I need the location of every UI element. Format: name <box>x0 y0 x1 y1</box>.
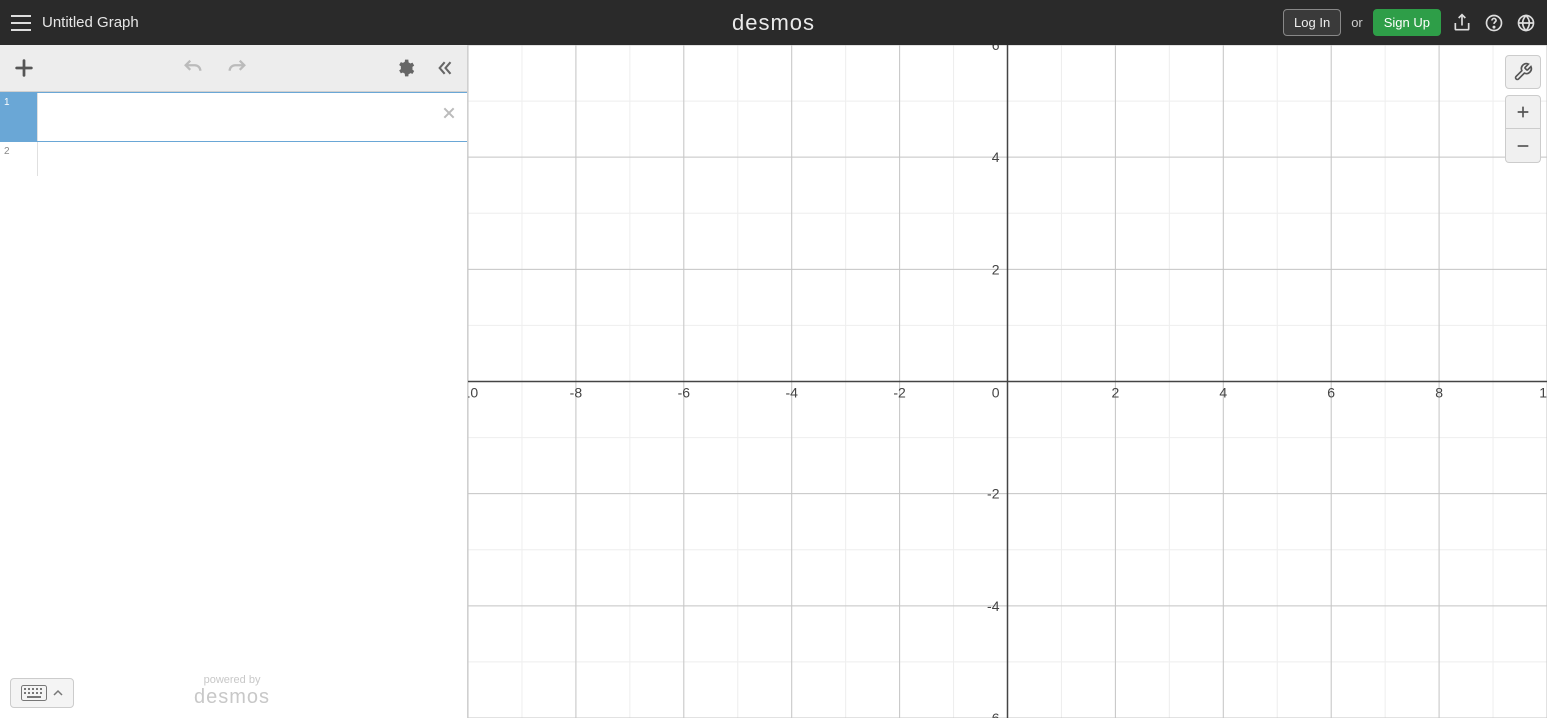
graph-title[interactable]: Untitled Graph <box>42 14 139 31</box>
graph-canvas[interactable]: -10 -8 -6 -4 -2 0 2 4 6 8 10 -6 -4 -2 2 4 6 <box>468 45 1547 718</box>
powered-by: powered by desmos <box>194 674 270 708</box>
svg-text:8: 8 <box>1435 385 1443 401</box>
language-icon[interactable] <box>1515 12 1537 34</box>
or-label: or <box>1351 15 1363 30</box>
help-icon[interactable] <box>1483 12 1505 34</box>
menu-icon[interactable] <box>10 12 32 34</box>
svg-text:4: 4 <box>992 149 1000 165</box>
expression-list: 1 2 <box>0 92 467 718</box>
keyboard-toggle-button[interactable] <box>10 678 74 708</box>
svg-text:6: 6 <box>1327 385 1335 401</box>
svg-text:2: 2 <box>992 261 1000 277</box>
svg-text:-4: -4 <box>785 385 798 401</box>
share-icon[interactable] <box>1451 12 1473 34</box>
close-icon[interactable] <box>439 103 459 123</box>
signup-button[interactable]: Sign Up <box>1373 9 1441 36</box>
expression-row[interactable]: 1 <box>0 92 467 142</box>
redo-button[interactable] <box>221 52 253 84</box>
undo-button[interactable] <box>177 52 209 84</box>
svg-text:-4: -4 <box>987 598 1000 614</box>
svg-text:-2: -2 <box>893 385 906 401</box>
login-button[interactable]: Log In <box>1283 9 1341 36</box>
powered-by-label: powered by <box>194 674 270 686</box>
svg-text:10: 10 <box>1539 385 1547 401</box>
svg-text:-10: -10 <box>468 385 478 401</box>
expression-row[interactable]: 2 <box>0 142 467 176</box>
svg-text:-6: -6 <box>987 710 1000 718</box>
row-number: 1 <box>0 93 38 141</box>
svg-text:4: 4 <box>1219 385 1227 401</box>
zoom-out-button[interactable] <box>1505 129 1541 163</box>
desmos-logo[interactable]: desmos <box>732 10 815 36</box>
settings-icon[interactable] <box>389 52 421 84</box>
chevron-up-icon <box>53 688 63 698</box>
svg-text:-8: -8 <box>570 385 583 401</box>
expression-input[interactable] <box>38 142 467 176</box>
collapse-panel-icon[interactable] <box>427 52 459 84</box>
expression-toolbar <box>0 45 467 92</box>
powered-by-brand: desmos <box>194 686 270 708</box>
graph-settings-button[interactable] <box>1505 55 1541 89</box>
svg-text:-6: -6 <box>678 385 691 401</box>
svg-text:0: 0 <box>992 385 1000 401</box>
row-number: 2 <box>0 142 38 176</box>
zoom-in-button[interactable] <box>1505 95 1541 129</box>
svg-text:2: 2 <box>1112 385 1120 401</box>
keyboard-icon <box>21 685 47 701</box>
expression-input[interactable] <box>38 93 467 141</box>
add-expression-button[interactable] <box>8 52 40 84</box>
svg-text:6: 6 <box>992 45 1000 53</box>
svg-text:-2: -2 <box>987 486 1000 502</box>
expression-panel: 1 2 powered b <box>0 45 468 718</box>
